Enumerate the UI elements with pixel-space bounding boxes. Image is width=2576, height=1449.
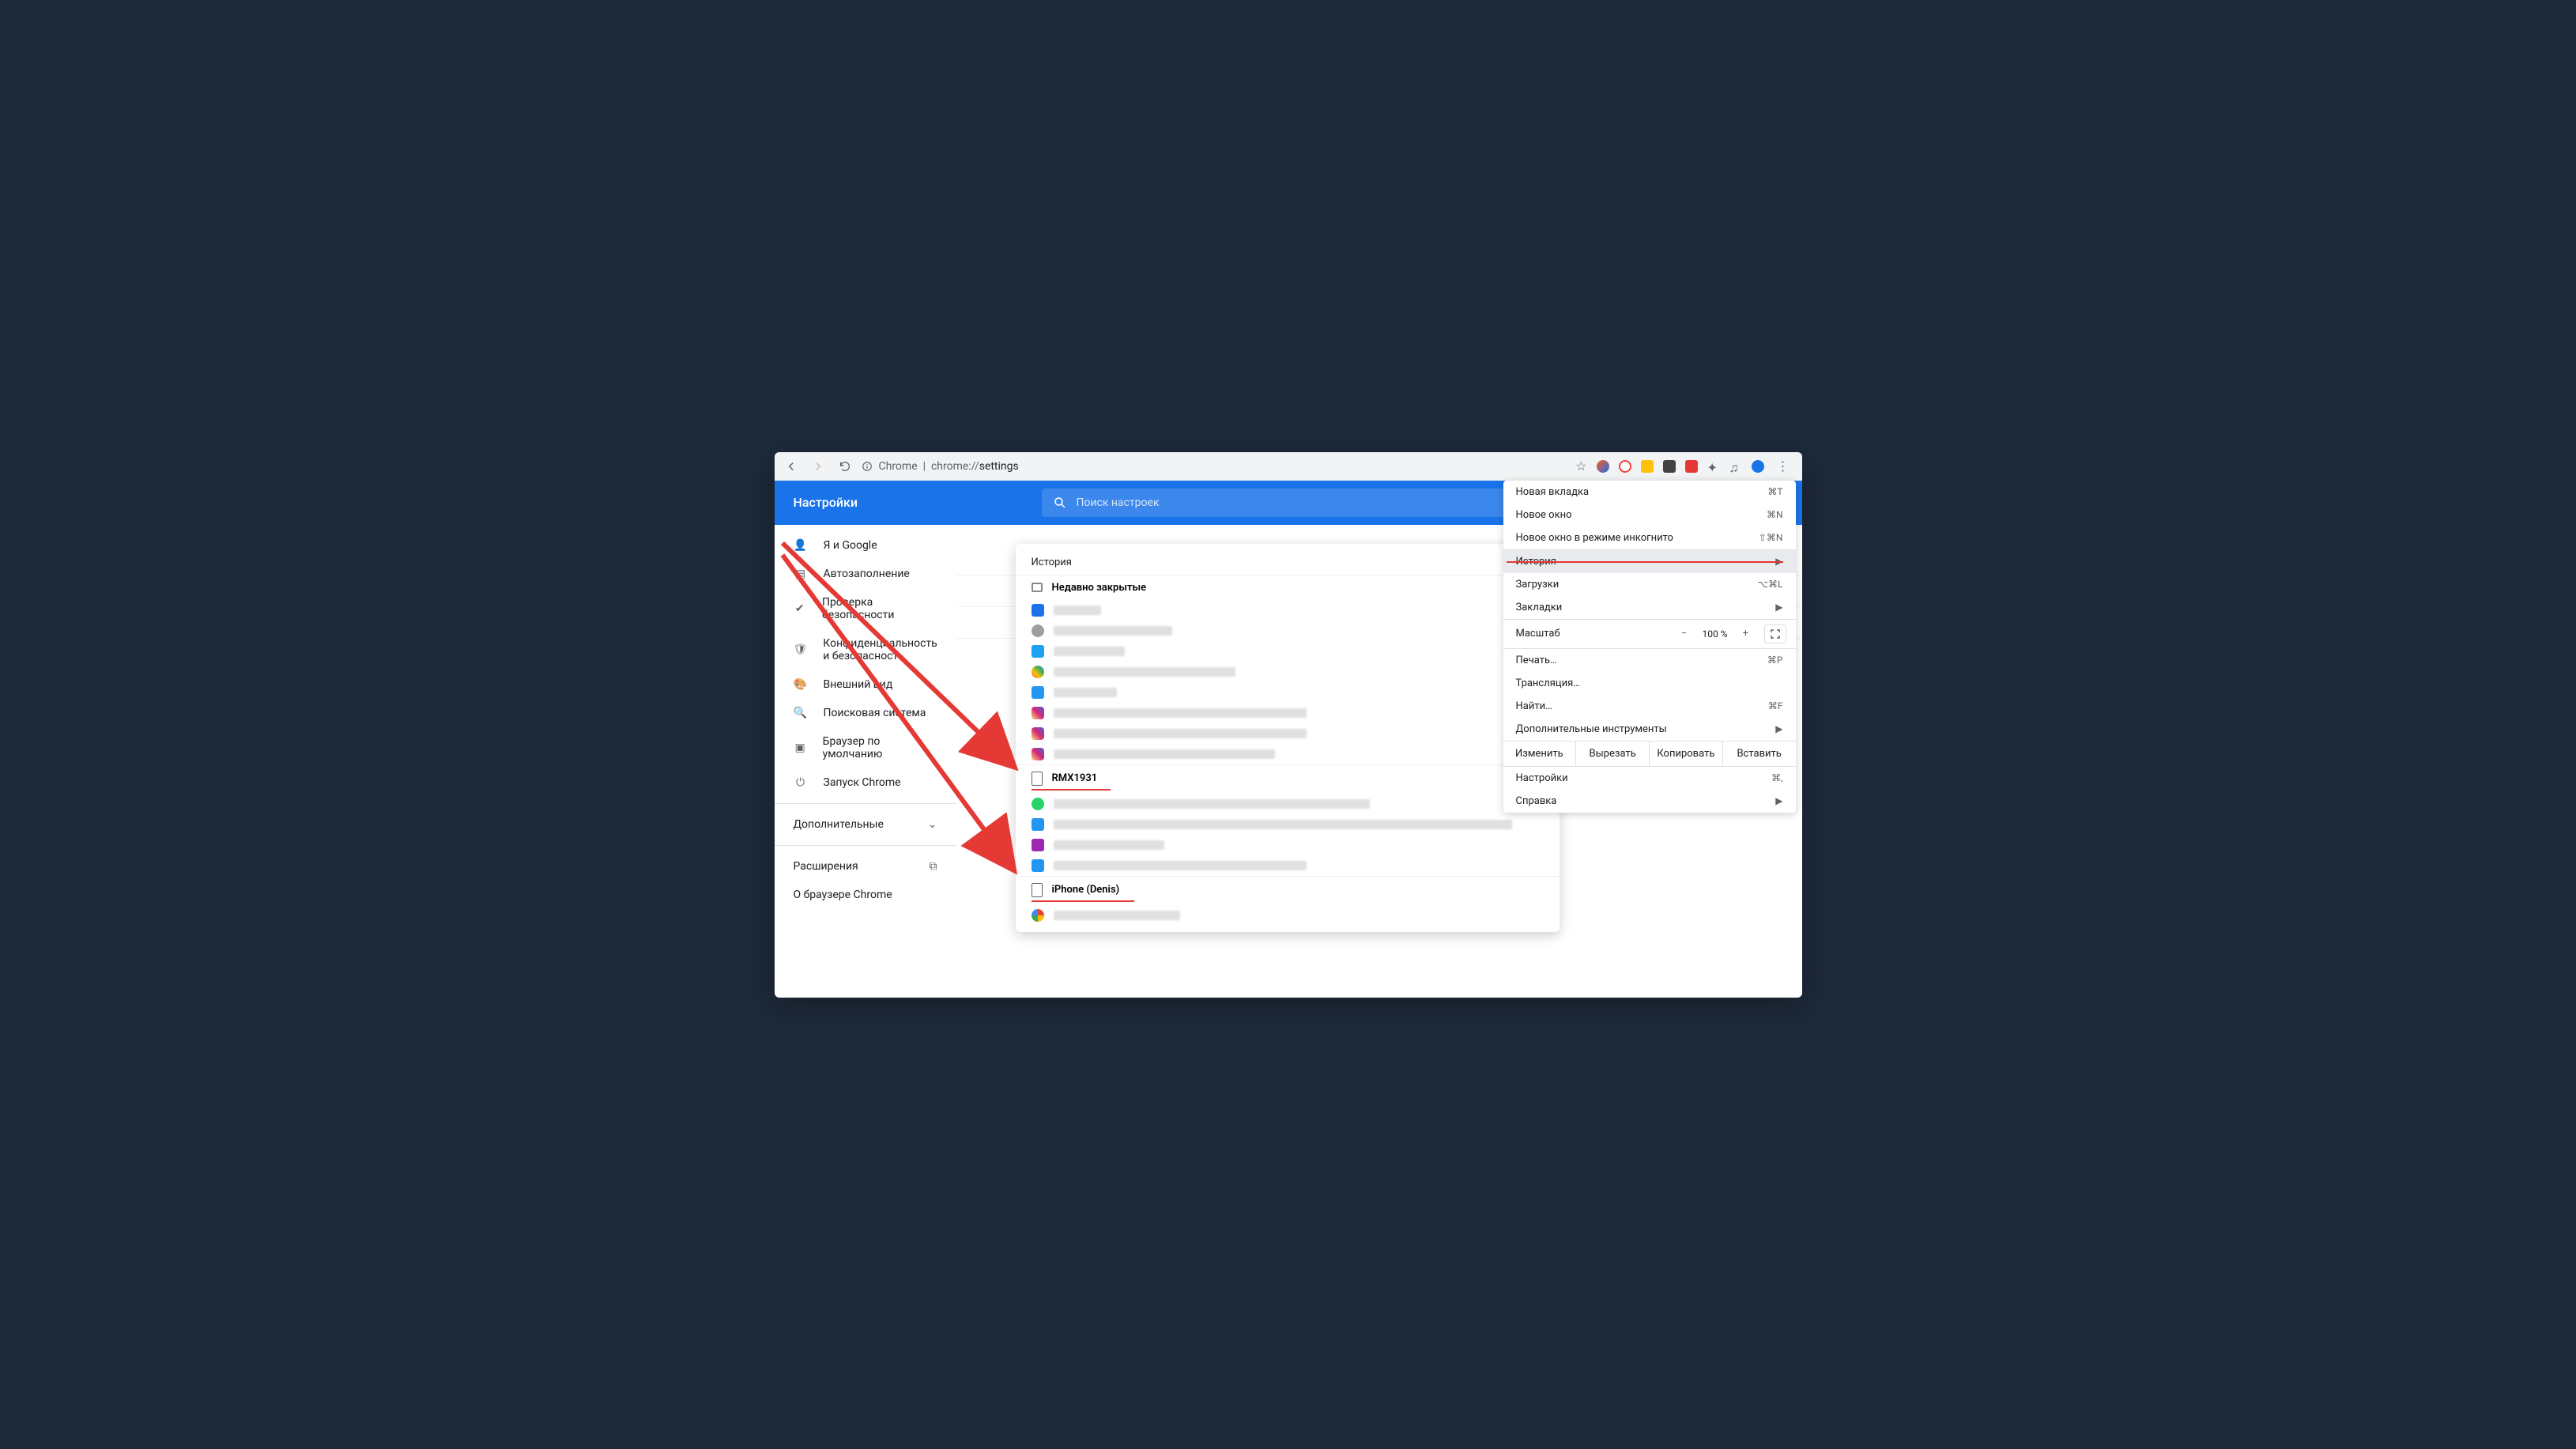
extension-icon[interactable]: [1597, 460, 1609, 473]
url-text: Chrome | chrome://settings: [879, 460, 1019, 473]
extension-icon[interactable]: [1663, 460, 1676, 473]
extensions-puzzle-icon[interactable]: ✦: [1707, 460, 1720, 473]
submenu-recently-closed: Недавно закрытые: [1016, 575, 1560, 600]
menu-edit-label: Изменить: [1503, 741, 1577, 766]
fullscreen-button[interactable]: [1764, 625, 1786, 643]
chevron-down-icon: ⌄: [928, 818, 937, 831]
sidebar-item-advanced[interactable]: Дополнительные⌄: [775, 810, 956, 839]
menu-cut[interactable]: Вырезать: [1576, 741, 1650, 766]
submenu-device-2: iPhone (Denis): [1016, 876, 1560, 904]
sidebar-item-about[interactable]: О браузере Chrome: [775, 881, 956, 909]
menu-settings[interactable]: Настройки⌘,: [1503, 767, 1796, 790]
sidebar-item-appearance[interactable]: 🎨Внешний вид: [775, 670, 956, 699]
menu-new-window[interactable]: Новое окно⌘N: [1503, 504, 1796, 526]
person-icon: 👤: [794, 539, 808, 552]
history-item[interactable]: [1016, 855, 1560, 876]
history-item[interactable]: [1016, 905, 1560, 926]
sidebar-item-you-and-google[interactable]: 👤Я и Google: [775, 531, 956, 560]
external-link-icon: ⧉: [930, 860, 937, 873]
extension-icon[interactable]: [1685, 460, 1698, 473]
menu-paste[interactable]: Вставить: [1723, 741, 1796, 766]
extension-icon[interactable]: ♫: [1729, 460, 1742, 473]
annotation-underline: [1032, 900, 1134, 902]
menu-bookmarks[interactable]: Закладки▶: [1503, 596, 1796, 619]
browser-toolbar: Chrome | chrome://settings ☆ ✦ ♫ ⋮: [775, 452, 1802, 481]
chevron-right-icon: ▶: [1775, 795, 1782, 806]
sidebar-item-on-startup[interactable]: ⏻Запуск Chrome: [775, 768, 956, 797]
overflow-menu-button[interactable]: ⋮: [1774, 457, 1793, 476]
submenu-history-header[interactable]: История⌘Y: [1016, 550, 1560, 575]
sidebar-item-search-engine[interactable]: 🔍Поисковая система: [775, 699, 956, 727]
palette-icon: 🎨: [794, 678, 808, 691]
power-icon: ⏻: [794, 776, 808, 789]
menu-zoom: Масштаб − 100 % +: [1503, 620, 1796, 648]
history-item[interactable]: [1016, 835, 1560, 855]
browser-window: Chrome | chrome://settings ☆ ✦ ♫ ⋮ Настр…: [775, 452, 1802, 998]
overflow-menu: Новая вкладка⌘T Новое окно⌘N Новое окно …: [1503, 481, 1796, 813]
annotation-underline: [1507, 561, 1783, 563]
chevron-right-icon: ▶: [1775, 723, 1782, 734]
annotation-underline: [1032, 789, 1111, 791]
history-item[interactable]: [1016, 682, 1560, 703]
sidebar-item-extensions[interactable]: Расширения⧉: [775, 852, 956, 881]
menu-edit-row: Изменить Вырезать Копировать Вставить: [1503, 741, 1796, 766]
history-item[interactable]: [1016, 621, 1560, 641]
history-item[interactable]: [1016, 814, 1560, 835]
history-item[interactable]: [1016, 662, 1560, 682]
menu-cast[interactable]: Трансляция…: [1503, 672, 1796, 695]
history-item[interactable]: [1016, 794, 1560, 814]
shield-icon: 🛡: [794, 643, 808, 656]
sidebar-item-privacy[interactable]: 🛡Конфиденциальность и безопасность: [775, 629, 956, 670]
history-item[interactable]: [1016, 703, 1560, 723]
search-input[interactable]: [1077, 496, 1568, 509]
menu-more-tools[interactable]: Дополнительные инструменты▶: [1503, 718, 1796, 741]
zoom-out-button[interactable]: −: [1673, 625, 1696, 643]
menu-help[interactable]: Справка▶: [1503, 790, 1796, 813]
history-item[interactable]: ⇧⌘T: [1016, 600, 1560, 621]
reload-button[interactable]: [838, 459, 852, 474]
sidebar-item-safety[interactable]: ✔Проверка безопасности: [775, 588, 956, 629]
tab-icon: [1032, 582, 1043, 593]
search-icon: 🔍: [794, 707, 808, 719]
search-icon: [1053, 496, 1067, 510]
history-item[interactable]: [1016, 744, 1560, 764]
sidebar-item-default-browser[interactable]: ▣Браузер по умолчанию: [775, 727, 956, 768]
extension-icons: ✦ ♫ ⋮: [1597, 457, 1793, 476]
profile-avatar[interactable]: [1752, 460, 1764, 473]
menu-copy[interactable]: Копировать: [1650, 741, 1723, 766]
device-icon: [1032, 772, 1043, 786]
history-item[interactable]: [1016, 723, 1560, 744]
submenu-device-1: RMX1931: [1016, 764, 1560, 792]
menu-find[interactable]: Найти…⌘F: [1503, 695, 1796, 718]
extension-icon[interactable]: [1619, 460, 1631, 473]
sidebar-item-autofill[interactable]: ▤Автозаполнение: [775, 560, 956, 588]
menu-downloads[interactable]: Загрузки⌥⌘L: [1503, 573, 1796, 596]
browser-icon: ▣: [794, 741, 807, 754]
extension-icon[interactable]: [1641, 460, 1654, 473]
settings-search[interactable]: [1042, 489, 1579, 517]
chevron-right-icon: ▶: [1775, 602, 1782, 613]
menu-new-tab[interactable]: Новая вкладка⌘T: [1503, 481, 1796, 504]
page-title: Настройки: [794, 495, 1023, 510]
history-item[interactable]: [1016, 641, 1560, 662]
autofill-icon: ▤: [794, 568, 808, 580]
site-info-icon: [862, 461, 873, 472]
menu-incognito[interactable]: Новое окно в режиме инкогнито⇧⌘N: [1503, 526, 1796, 549]
bookmark-star-icon[interactable]: ☆: [1575, 458, 1586, 474]
address-bar[interactable]: Chrome | chrome://settings: [862, 460, 1567, 473]
history-submenu: История⌘Y Недавно закрытые ⇧⌘T RMX1931 i…: [1016, 544, 1560, 932]
shield-check-icon: ✔: [794, 602, 806, 615]
forward-button[interactable]: [811, 459, 825, 474]
zoom-value: 100 %: [1696, 628, 1734, 640]
zoom-in-button[interactable]: +: [1734, 625, 1758, 643]
device-icon: [1032, 883, 1043, 897]
menu-print[interactable]: Печать…⌘P: [1503, 649, 1796, 672]
settings-sidebar: 👤Я и Google ▤Автозаполнение ✔Проверка бе…: [775, 525, 956, 998]
back-button[interactable]: [784, 459, 798, 474]
